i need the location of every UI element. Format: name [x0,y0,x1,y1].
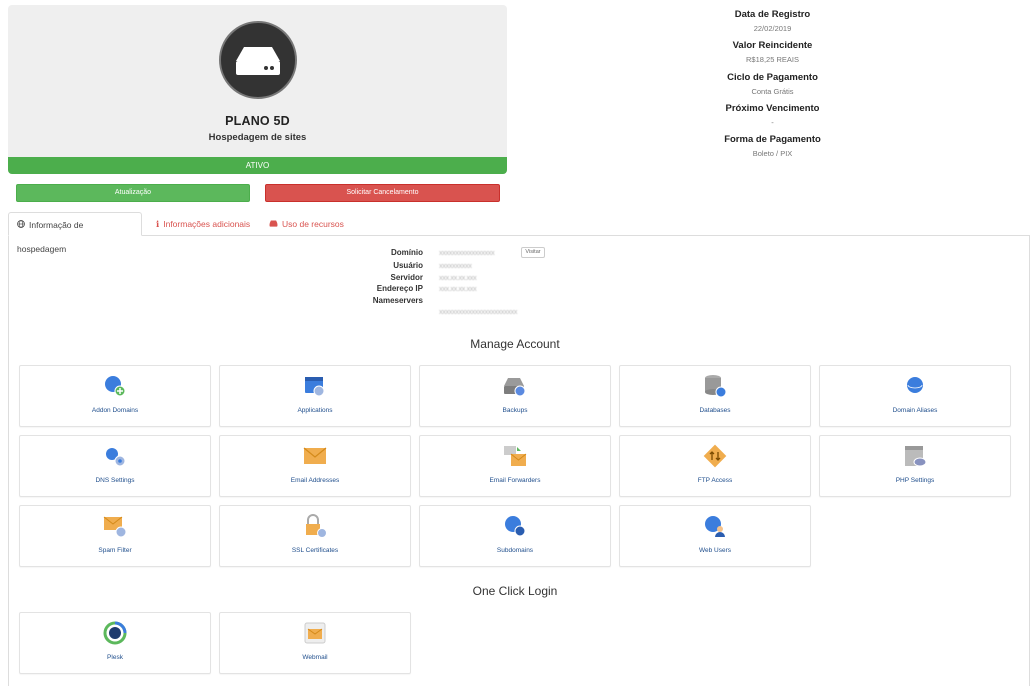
hdd-icon [269,212,278,236]
tab-resource-usage[interactable]: Uso de recursos [261,212,352,236]
info-next-due: Próximo Vencimento - [700,103,845,127]
tile-label: SSL Certificates [291,547,339,554]
ssl-certificates-icon [303,514,327,538]
php-settings-icon [903,444,927,468]
tile-databases[interactable]: Databases [619,365,811,427]
tile-label: Web Users [698,547,732,554]
visit-button[interactable]: Visitar [521,247,545,258]
tile-addon-domains[interactable]: Addon Domains [19,365,211,427]
server-icon [219,21,297,99]
tab-additional-info[interactable]: i Informações adicionais [148,212,258,236]
domain-aliases-icon [903,374,927,398]
domain-value: xxxxxxxxxxxxxxxxx [439,248,495,257]
tile-spam-filter[interactable]: Spam Filter [19,505,211,567]
subdomains-icon [503,514,527,538]
info-recurring: Valor Reincidente R$18,25 REAIS [700,40,845,64]
backups-icon [503,374,527,398]
tile-ftp-access[interactable]: FTP Access [619,435,811,497]
ip-label: Endereço IP [376,284,423,293]
nameservers-value: xxxxxxxxxxxxxxxxxxxxxxxx [439,307,518,316]
web-users-icon [703,514,727,538]
addon-domains-icon [103,374,127,398]
info-value: 22/02/2019 [753,24,792,33]
info-label: Forma de Pagamento [724,134,821,145]
tile-label: DNS Settings [95,477,135,484]
status-badge: ATIVO [8,157,507,174]
tab-label: Uso de recursos [282,219,344,229]
tab-label: Informações adicionais [163,219,251,229]
info-label: Data de Registro [734,9,811,20]
tile-web-users[interactable]: Web Users [619,505,811,567]
domain-label: Domínio [391,248,423,257]
tile-label: Backups [502,407,528,414]
update-button[interactable]: Atualização [16,184,250,202]
tile-php-settings[interactable]: PHP Settings [819,435,1011,497]
ftp-access-icon [703,444,727,468]
tile-subdomains[interactable]: Subdomains [419,505,611,567]
tile-label: Domain Aliases [892,407,938,414]
info-label: Próximo Vencimento [725,103,820,114]
tile-label: Subdomains [496,547,534,554]
databases-icon [703,374,727,398]
tile-email-addresses[interactable]: Email Addresses [219,435,411,497]
globe-icon [17,213,25,237]
tile-label: Addon Domains [91,407,139,414]
info-value: R$18,25 REAIS [746,55,799,64]
user-value: xxxxxxxxxx [439,261,472,270]
tile-webmail[interactable]: Webmail [219,612,411,674]
tile-email-forwarders[interactable]: Email Forwarders [419,435,611,497]
applications-icon [303,374,327,398]
tile-ssl-certificates[interactable]: SSL Certificates [219,505,411,567]
email-addresses-icon [303,444,327,468]
tile-label: Applications [297,407,333,414]
plesk-icon [103,621,127,645]
user-label: Usuário [393,261,423,270]
info-registration: Data de Registro 22/02/2019 [700,9,845,33]
tile-label: Webmail [302,654,328,661]
server-value: xxx.xx.xx.xxx [439,273,477,282]
server-label: Servidor [390,273,423,282]
spam-filter-icon [103,514,127,538]
tile-label: Spam Filter [98,547,132,554]
webmail-icon [303,621,327,645]
info-label: Ciclo de Pagamento [727,72,818,83]
plan-name: PLANO 5D [225,114,290,128]
tile-label: FTP Access [697,477,733,484]
tile-plesk[interactable]: Plesk [19,612,211,674]
info-value: Conta Grátis [751,87,794,96]
cancel-request-button[interactable]: Solicitar Cancelamento [265,184,500,202]
tile-label: PHP Settings [895,477,935,484]
plan-subtitle: Hospedagem de sites [208,132,307,143]
tile-label: Email Forwarders [489,477,541,484]
tile-label: Plesk [107,654,123,661]
tile-backups[interactable]: Backups [419,365,611,427]
one-click-login-title: One Click Login [472,584,558,598]
info-icon: i [156,220,160,230]
manage-account-title: Manage Account [470,337,560,351]
tile-domain-aliases[interactable]: Domain Aliases [819,365,1011,427]
info-cycle: Ciclo de Pagamento Conta Grátis [700,72,845,96]
tile-label: Email Addresses [290,477,340,484]
info-label: Valor Reincidente [732,40,813,51]
nameservers-label: Nameservers [372,296,423,305]
info-payment-method: Forma de Pagamento Boleto / PIX [700,134,845,158]
info-value: Boleto / PIX [752,149,793,158]
dns-settings-icon [103,444,127,468]
tile-label: Databases [699,407,731,414]
tab-hosting-info[interactable]: Informação de hospedagem [8,212,142,254]
product-card: PLANO 5D Hospedagem de sites ATIVO [8,5,507,174]
info-value: - [771,118,774,127]
email-forwarders-icon [503,444,527,468]
tile-applications[interactable]: Applications [219,365,411,427]
tile-dns-settings[interactable]: DNS Settings [19,435,211,497]
tabs: Informação de hospedagem i Informações ad… [8,212,1030,254]
ip-value: xxx.xx.xx.xxx [439,284,477,293]
